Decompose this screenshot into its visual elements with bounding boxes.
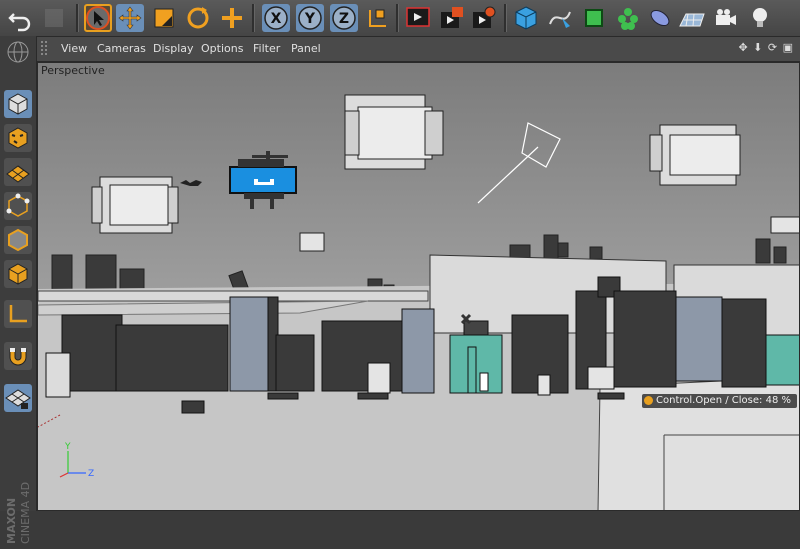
menu-cameras[interactable]: Cameras bbox=[97, 42, 146, 55]
viewport-nav-icons: ✥ ⬇ ⟳ ▣ bbox=[738, 41, 794, 54]
viewport-menubar: View Cameras Display Options Filter Pane… bbox=[37, 37, 800, 62]
coordinate-system-icon[interactable] bbox=[364, 4, 392, 32]
move-icon[interactable] bbox=[116, 4, 144, 32]
menu-filter[interactable]: Filter bbox=[253, 42, 280, 55]
edges-mode-icon[interactable] bbox=[4, 226, 32, 254]
toolbar-divider bbox=[504, 4, 507, 32]
render-settings-icon[interactable] bbox=[470, 4, 498, 32]
workplane-icon[interactable] bbox=[4, 158, 32, 186]
magnet-icon[interactable] bbox=[4, 342, 32, 370]
move-arrow-icon[interactable] bbox=[84, 4, 112, 32]
panel-grip-icon[interactable] bbox=[39, 39, 53, 59]
axis-z-label: Z bbox=[88, 469, 94, 479]
hud-readout: Control.Open / Close: 48 % bbox=[642, 394, 798, 408]
floor-icon[interactable] bbox=[678, 4, 706, 32]
camera-icon[interactable] bbox=[712, 4, 740, 32]
y-axis-icon[interactable]: Y bbox=[296, 4, 324, 32]
maximize-view-icon[interactable]: ▣ bbox=[783, 41, 794, 54]
y-axis-label: Y bbox=[304, 11, 316, 27]
maxon-cinema4d-logo: MAXON CINEMA 4D bbox=[2, 456, 34, 546]
viewport-label[interactable]: Perspective bbox=[41, 64, 105, 77]
light-icon[interactable] bbox=[746, 4, 774, 32]
hud-separator: / bbox=[725, 395, 729, 406]
scene-canvas: Y Z bbox=[38, 63, 799, 510]
pan-view-icon[interactable]: ✥ bbox=[738, 41, 748, 54]
cube-icon[interactable] bbox=[512, 4, 540, 32]
brand-maxon: MAXON bbox=[5, 498, 18, 544]
polygons-mode-icon[interactable] bbox=[4, 260, 32, 288]
dolly-view-icon[interactable]: ⬇ bbox=[753, 41, 763, 54]
locked-workplane-icon[interactable] bbox=[4, 384, 32, 412]
model-mode-icon[interactable] bbox=[4, 90, 32, 118]
perspective-viewport[interactable]: Y Z Perspective Control.Open / Close: 48… bbox=[37, 62, 800, 511]
x-axis-icon[interactable]: X bbox=[262, 4, 290, 32]
render-picture-viewer-icon[interactable] bbox=[438, 4, 466, 32]
main-toolbar: X Y Z bbox=[0, 0, 800, 37]
redo-icon[interactable] bbox=[40, 4, 68, 32]
rotate-view-icon[interactable]: ⟳ bbox=[768, 41, 778, 54]
cloud-box-left bbox=[91, 176, 179, 234]
deformer-icon[interactable] bbox=[646, 4, 674, 32]
array-icon[interactable] bbox=[614, 4, 642, 32]
cloud-box-right bbox=[649, 124, 741, 186]
toolbar-divider bbox=[396, 4, 399, 32]
menu-display[interactable]: Display bbox=[153, 42, 194, 55]
spline-pen-icon[interactable] bbox=[546, 4, 574, 32]
z-axis-icon[interactable]: Z bbox=[330, 4, 358, 32]
scale-icon[interactable] bbox=[150, 4, 178, 32]
toolbar-divider bbox=[76, 4, 79, 32]
points-mode-icon[interactable] bbox=[4, 192, 32, 220]
mode-sidebar: MAXON CINEMA 4D bbox=[0, 36, 37, 544]
sphere-grid-icon[interactable] bbox=[4, 38, 32, 66]
menu-panel[interactable]: Panel bbox=[291, 42, 321, 55]
axis-mode-icon[interactable] bbox=[4, 300, 32, 328]
undo-icon[interactable] bbox=[6, 4, 34, 32]
toolbar-divider bbox=[252, 4, 255, 32]
z-axis-label: Z bbox=[339, 11, 349, 27]
add-icon[interactable] bbox=[218, 4, 246, 32]
rotate-icon[interactable] bbox=[184, 4, 212, 32]
hud-status-dot bbox=[644, 396, 653, 405]
axis-y-label: Y bbox=[64, 442, 71, 452]
menu-options[interactable]: Options bbox=[201, 42, 243, 55]
hud-attribute: Close: bbox=[731, 395, 763, 406]
texture-mode-icon[interactable] bbox=[4, 124, 32, 152]
render-view-icon[interactable] bbox=[404, 4, 432, 32]
subdivision-icon[interactable] bbox=[580, 4, 608, 32]
hud-object: Control.Open bbox=[656, 395, 723, 406]
x-axis-label: X bbox=[271, 11, 282, 27]
hud-value: 48 % bbox=[765, 395, 792, 406]
brand-cinema4d: CINEMA 4D bbox=[19, 482, 32, 544]
menu-view[interactable]: View bbox=[61, 42, 87, 55]
